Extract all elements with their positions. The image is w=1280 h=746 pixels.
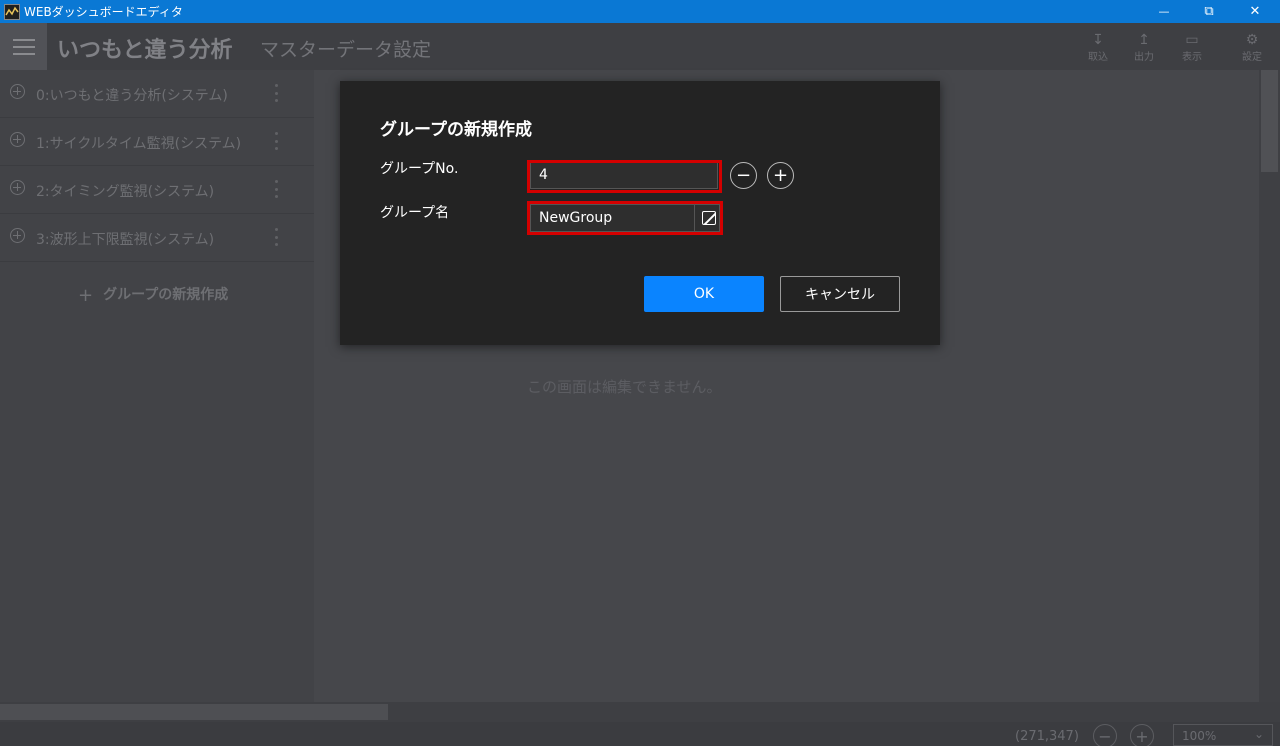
highlight-box [527,160,722,193]
plus-icon: + [772,164,789,186]
sidebar-group-label: 3:波形上下限監視(システム) [36,232,215,248]
new-group-label: グループの新規作成 [103,287,229,303]
new-group-dialog: グループの新規作成 グループNo. 4 − + グループ名 NewGroup O… [340,81,940,345]
cancel-button[interactable]: キャンセル [780,276,900,312]
minus-icon: − [1098,726,1112,746]
window-title-bar: WEBダッシュボードエディタ — ⧉ ✕ [0,0,1280,23]
status-bar: (271,347) − + 100% ⌄ [0,722,1280,746]
readonly-notice: この画面は編集できません。 [527,378,722,396]
sidebar-group-item[interactable]: 0:いつもと違う分析(システム) [0,70,314,118]
plus-icon: + [78,285,94,306]
page-subtitle: マスターデータ設定 [260,39,432,61]
minimize-button[interactable]: — [1141,0,1187,23]
minimize-icon: — [1158,5,1170,18]
expand-plus-icon[interactable] [10,180,25,195]
display-button[interactable]: ▭ 表示 [1172,27,1212,67]
expand-plus-icon[interactable] [10,228,25,243]
export-icon: ↥ [1138,31,1150,48]
zoom-value: 100% [1182,729,1217,743]
sidebar-group-label: 1:サイクルタイム監視(システム) [36,136,242,152]
plus-icon: + [1135,726,1149,746]
import-button[interactable]: ↧ 取込 [1078,27,1118,67]
dialog-title: グループの新規作成 [380,120,532,140]
more-vertical-icon[interactable] [275,180,279,198]
highlight-box [527,201,723,235]
sidebar-group-label: 0:いつもと違う分析(システム) [36,88,228,104]
group-no-label: グループNo. [380,161,459,177]
gear-icon: ⚙ [1245,31,1259,48]
horizontal-scrollbar[interactable] [0,702,1280,722]
sidebar-group-item[interactable]: 1:サイクルタイム監視(システム) [0,118,314,166]
export-button[interactable]: ↥ 出力 [1124,27,1164,67]
chart-app-icon [4,3,20,20]
group-name-label: グループ名 [380,205,450,221]
settings-button[interactable]: ⚙ 設定 [1232,27,1272,67]
window-title: WEBダッシュボードエディタ [24,5,183,19]
zoom-in-button[interactable]: + [1130,724,1154,746]
group-sidebar: 0:いつもと違う分析(システム) 1:サイクルタイム監視(システム) 2:タイミ… [0,70,314,702]
more-vertical-icon[interactable] [275,228,279,246]
close-button[interactable]: ✕ [1232,0,1278,23]
export-label: 出力 [1134,51,1154,63]
sidebar-group-item[interactable]: 3:波形上下限監視(システム) [0,214,314,262]
zoom-out-button[interactable]: − [1093,724,1117,746]
scrollbar-thumb[interactable] [0,704,388,720]
hamburger-icon[interactable] [0,23,47,70]
monitor-icon: ▭ [1185,31,1199,48]
ok-button[interactable]: OK [644,276,764,312]
zoom-select[interactable]: 100% ⌄ [1173,724,1273,746]
expand-plus-icon[interactable] [10,132,25,147]
scrollbar-thumb[interactable] [1261,70,1278,172]
page-title: いつもと違う分析 [57,38,233,63]
new-group-link[interactable]: + グループの新規作成 [78,284,228,306]
settings-label: 設定 [1242,51,1262,63]
more-vertical-icon[interactable] [275,84,279,102]
sidebar-group-item[interactable]: 2:タイミング監視(システム) [0,166,314,214]
minus-icon: − [735,164,752,186]
restore-button[interactable]: ⧉ [1186,0,1232,23]
import-label: 取込 [1088,51,1108,63]
app-header: いつもと違う分析 マスターデータ設定 ↧ 取込 ↥ 出力 ▭ 表示 ⚙ 設定 [0,23,1280,70]
display-label: 表示 [1182,51,1202,63]
close-icon: ✕ [1249,4,1261,19]
cursor-coordinates: (271,347) [1015,729,1079,744]
more-vertical-icon[interactable] [275,132,279,150]
increment-button[interactable]: + [767,162,794,189]
sidebar-group-label: 2:タイミング監視(システム) [36,184,215,200]
import-icon: ↧ [1092,31,1104,48]
chevron-down-icon: ⌄ [1253,727,1264,741]
restore-icon: ⧉ [1204,4,1214,19]
expand-plus-icon[interactable] [10,84,25,99]
vertical-scrollbar[interactable] [1259,70,1280,702]
decrement-button[interactable]: − [730,162,757,189]
